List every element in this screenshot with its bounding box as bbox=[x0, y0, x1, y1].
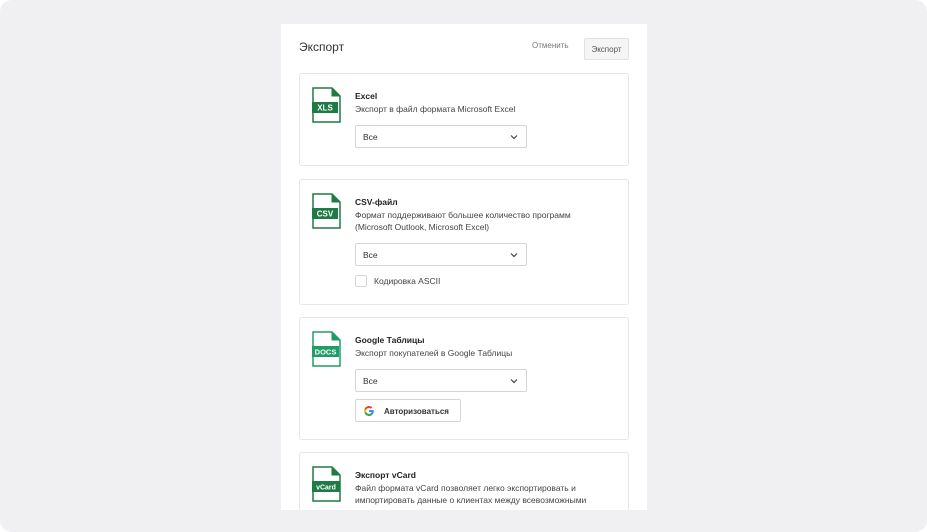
card-title: Google Таблицы bbox=[355, 335, 425, 345]
export-option-csv: CSV CSV-файл Формат поддерживают большее… bbox=[299, 179, 629, 305]
csv-icon-label: CSV bbox=[317, 210, 334, 219]
vcard-file-icon: vCard bbox=[312, 466, 341, 502]
authorize-label: Авторизоваться bbox=[384, 407, 449, 416]
card-title: CSV-файл bbox=[355, 197, 398, 207]
export-panel: Экспорт Отменить Экспорт XLS Excel Экспо… bbox=[281, 24, 647, 510]
ascii-encoding-checkbox[interactable] bbox=[355, 275, 367, 287]
google-scope-select[interactable]: Все bbox=[355, 369, 527, 392]
export-button[interactable]: Экспорт bbox=[584, 38, 629, 60]
google-authorize-button[interactable]: Авторизоваться bbox=[355, 399, 461, 422]
xls-file-icon: XLS bbox=[312, 87, 341, 123]
page-backdrop: Экспорт Отменить Экспорт XLS Excel Экспо… bbox=[0, 0, 927, 532]
docs-file-icon: DOCS bbox=[312, 331, 341, 367]
xls-icon-label: XLS bbox=[317, 104, 333, 113]
export-option-google-sheets: DOCS Google Таблицы Экспорт покупателей … bbox=[299, 317, 629, 440]
card-description: Экспорт покупателей в Google Таблицы bbox=[355, 348, 513, 358]
chevron-down-icon bbox=[510, 379, 518, 384]
card-description-line-1: Формат поддерживают большее количество п… bbox=[355, 210, 571, 220]
export-option-excel: XLS Excel Экспорт в файл формата Microso… bbox=[299, 73, 629, 166]
select-value: Все bbox=[363, 376, 378, 386]
card-title: Экспорт vCard bbox=[355, 470, 416, 480]
card-title: Excel bbox=[355, 91, 378, 101]
excel-scope-select[interactable]: Все bbox=[355, 125, 527, 148]
vcard-icon-label: vCard bbox=[316, 485, 336, 492]
google-icon bbox=[364, 406, 374, 416]
csv-scope-select[interactable]: Все bbox=[355, 243, 527, 266]
export-option-vcard: vCard Экспорт vCard Файл формата vCard п… bbox=[299, 452, 629, 510]
card-description-line-2: импортировать данные о клиентах между вс… bbox=[355, 495, 587, 505]
checkbox-label: Кодировка ASCII bbox=[374, 276, 441, 286]
chevron-down-icon bbox=[510, 253, 518, 258]
card-description-line-2: (Microsoft Outlook, Microsoft Excel) bbox=[355, 222, 490, 232]
csv-file-icon: CSV bbox=[312, 193, 341, 229]
select-value: Все bbox=[363, 132, 378, 142]
panel-header: Экспорт Отменить Экспорт bbox=[281, 24, 647, 74]
page-title: Экспорт bbox=[299, 40, 345, 54]
chevron-down-icon bbox=[510, 135, 518, 140]
cancel-button[interactable]: Отменить bbox=[532, 41, 569, 50]
docs-icon-label: DOCS bbox=[315, 348, 337, 357]
card-description: Экспорт в файл формата Microsoft Excel bbox=[355, 104, 516, 114]
card-description-line-1: Файл формата vCard позволяет легко экспо… bbox=[355, 483, 576, 493]
select-value: Все bbox=[363, 250, 378, 260]
